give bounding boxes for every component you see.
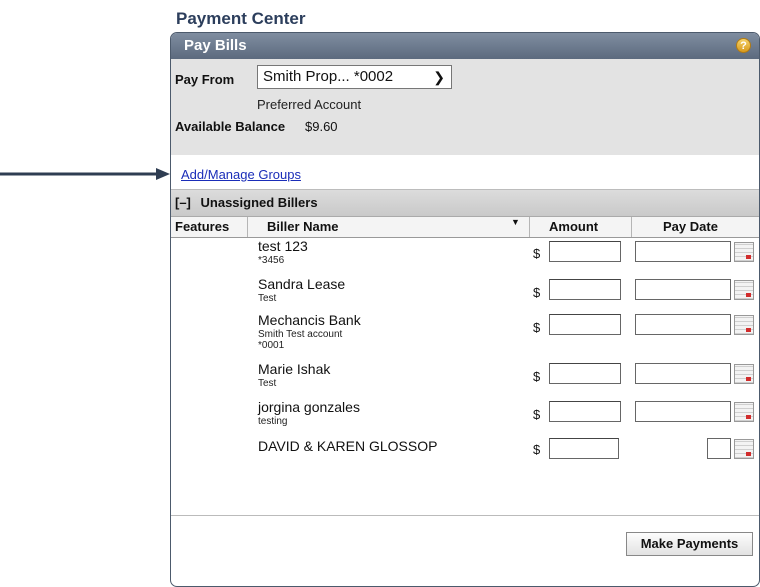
calendar-icon[interactable] bbox=[734, 242, 754, 262]
currency-symbol: $ bbox=[533, 407, 541, 422]
currency-symbol: $ bbox=[533, 369, 541, 384]
pay-from-select[interactable]: Smith Prop... *0002 ❯ bbox=[257, 65, 452, 89]
col-biller-name[interactable]: Biller Name bbox=[267, 219, 339, 234]
groups-row: Add/Manage Groups bbox=[171, 155, 759, 190]
amount-input[interactable] bbox=[549, 363, 621, 384]
calendar-icon[interactable] bbox=[734, 315, 754, 335]
chevron-down-icon: ❯ bbox=[433, 69, 445, 85]
available-balance-value: $9.60 bbox=[305, 119, 338, 134]
panel-title: Pay Bills bbox=[184, 37, 247, 54]
add-manage-groups-link[interactable]: Add/Manage Groups bbox=[181, 167, 301, 182]
biller-sub: *3456 bbox=[258, 255, 285, 266]
biller-name: Sandra Lease bbox=[258, 276, 346, 292]
pay-bills-panel: Pay Bills ? Pay From Smith Prop... *0002… bbox=[170, 32, 760, 587]
currency-symbol: $ bbox=[533, 442, 541, 457]
calendar-icon[interactable] bbox=[734, 364, 754, 384]
help-icon[interactable]: ? bbox=[736, 38, 751, 53]
biller-sub: Smith Test account bbox=[258, 329, 343, 340]
available-balance-label: Available Balance bbox=[175, 119, 286, 134]
pay-date-input[interactable] bbox=[635, 401, 731, 422]
section-title: Unassigned Billers bbox=[200, 195, 318, 210]
make-payments-button[interactable]: Make Payments bbox=[626, 532, 753, 556]
currency-symbol: $ bbox=[533, 285, 541, 300]
pay-date-input[interactable] bbox=[635, 279, 731, 300]
biller-account: *0001 bbox=[258, 340, 285, 351]
pay-from-selected-value: Smith Prop... *0002 bbox=[263, 68, 394, 85]
amount-input[interactable] bbox=[549, 279, 621, 300]
calendar-icon[interactable] bbox=[734, 280, 754, 300]
page-title: Payment Center bbox=[176, 9, 306, 28]
account-section: Pay From Smith Prop... *0002 ❯ Preferred… bbox=[171, 59, 759, 155]
panel-header: Pay Bills ? bbox=[171, 33, 759, 59]
pay-date-input[interactable] bbox=[707, 438, 731, 459]
col-amount: Amount bbox=[549, 219, 599, 234]
biller-rows: test 123 *3456 $ Sandra Lease Test $ Mec… bbox=[171, 238, 759, 493]
currency-symbol: $ bbox=[533, 320, 541, 335]
preferred-account-note: Preferred Account bbox=[257, 97, 362, 112]
amount-input[interactable] bbox=[549, 401, 621, 422]
currency-symbol: $ bbox=[533, 246, 541, 261]
pay-date-input[interactable] bbox=[635, 314, 731, 335]
biller-name: Mechancis Bank bbox=[258, 312, 361, 328]
footer-divider bbox=[171, 515, 759, 516]
biller-sub: Test bbox=[258, 378, 277, 389]
pay-date-input[interactable] bbox=[635, 241, 731, 262]
amount-input[interactable] bbox=[549, 438, 619, 459]
calendar-icon[interactable] bbox=[734, 439, 754, 459]
biller-name: Marie Ishak bbox=[258, 361, 331, 377]
biller-sub: Test bbox=[258, 293, 277, 304]
calendar-icon[interactable] bbox=[734, 402, 754, 422]
sort-arrow-icon[interactable]: ▼ bbox=[511, 217, 520, 227]
amount-input[interactable] bbox=[549, 314, 621, 335]
col-features: Features bbox=[175, 219, 230, 234]
biller-name: DAVID & KAREN GLOSSOP bbox=[258, 438, 438, 454]
column-headers: Features Biller Name ▼ Amount Pay Date bbox=[171, 217, 759, 238]
col-pay-date: Pay Date bbox=[663, 219, 718, 234]
annotation-arrow bbox=[0, 168, 170, 180]
unassigned-billers-header[interactable]: [–] Unassigned Billers bbox=[171, 190, 759, 217]
pay-from-label: Pay From bbox=[175, 72, 235, 87]
amount-input[interactable] bbox=[549, 241, 621, 262]
collapse-toggle[interactable]: [–] bbox=[175, 195, 191, 210]
biller-name: test 123 bbox=[258, 238, 308, 254]
biller-sub: testing bbox=[258, 416, 288, 427]
biller-name: jorgina gonzales bbox=[258, 399, 360, 415]
pay-date-input[interactable] bbox=[635, 363, 731, 384]
